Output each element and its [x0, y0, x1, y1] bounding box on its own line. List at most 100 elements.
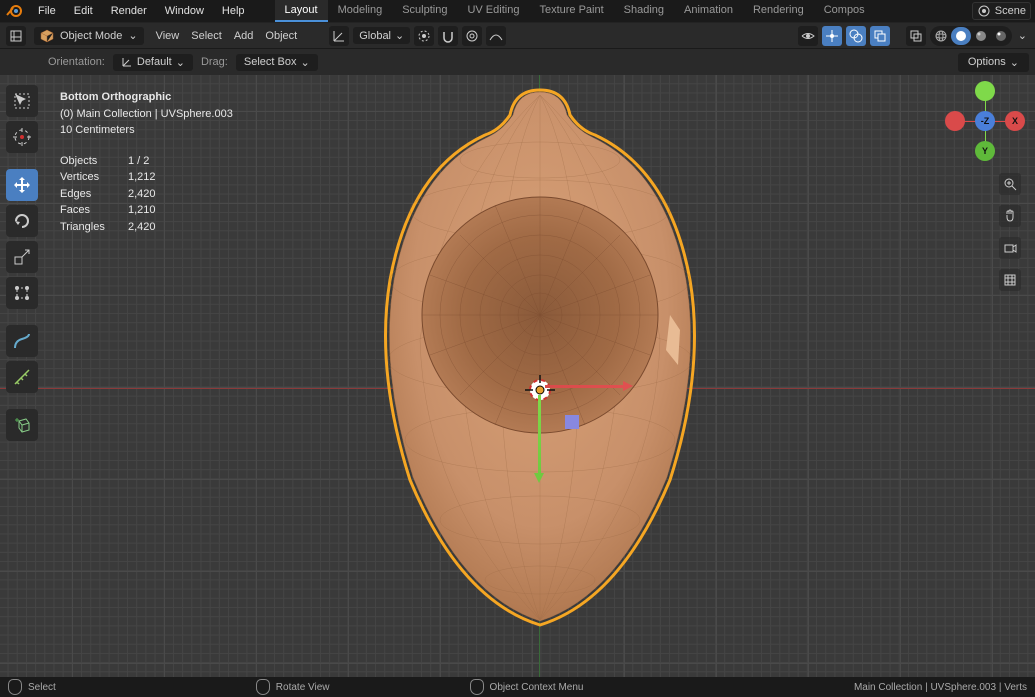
tool-scale[interactable]: [6, 241, 38, 273]
mouse-middle-icon: [256, 679, 270, 695]
menu-render[interactable]: Render: [103, 2, 155, 20]
mouse-right-icon: [470, 679, 484, 695]
mesh-object-uvsphere[interactable]: [370, 80, 710, 630]
tab-compositing[interactable]: Compos: [814, 0, 875, 22]
move-gizmo-y-arrow[interactable]: [538, 395, 541, 475]
viewport-3d[interactable]: Bottom Orthographic (0) Main Collection …: [0, 75, 1035, 677]
visibility-icon[interactable]: [798, 26, 818, 46]
stat-edges-value: 2,420: [128, 186, 178, 203]
menu-help[interactable]: Help: [214, 2, 253, 20]
stat-edges-label: Edges: [60, 186, 116, 203]
view-name: Bottom Orthographic: [60, 89, 233, 106]
scene-selector[interactable]: Scene: [972, 2, 1031, 20]
drag-value: Select Box: [244, 56, 297, 68]
gizmo-axis-y-neg[interactable]: Y: [975, 141, 995, 161]
shading-rendered-icon[interactable]: [991, 27, 1011, 45]
move-gizmo-plane-handle[interactable]: [565, 415, 579, 429]
left-toolbar: [6, 85, 38, 441]
tool-transform[interactable]: [6, 277, 38, 309]
gizmo-axis-y-pos[interactable]: [975, 81, 995, 101]
xray-toggle-icon[interactable]: [870, 26, 890, 46]
tool-select-box[interactable]: [6, 85, 38, 117]
menu-select[interactable]: Select: [187, 27, 226, 45]
tool-add-cube[interactable]: [6, 409, 38, 441]
stat-faces-value: 1,210: [128, 202, 178, 219]
orientation-dropdown[interactable]: Global ⌄: [353, 27, 410, 44]
toggle-xray-icon[interactable]: [906, 26, 926, 46]
shading-wireframe-icon[interactable]: [931, 27, 951, 45]
tab-texture-paint[interactable]: Texture Paint: [529, 0, 613, 22]
menu-file[interactable]: File: [30, 2, 64, 20]
tool-rotate[interactable]: [6, 205, 38, 237]
chevron-down-icon[interactable]: ⌄: [1016, 29, 1029, 42]
mode-selector[interactable]: Object Mode ⌄: [34, 27, 144, 45]
tab-modeling[interactable]: Modeling: [328, 0, 393, 22]
editor-type-icon[interactable]: [6, 26, 26, 46]
viewport-nav-buttons: [999, 173, 1021, 291]
shading-solid-icon[interactable]: [951, 27, 971, 45]
gizmo-axis-z-neg[interactable]: -Z: [975, 111, 995, 131]
tab-layout[interactable]: Layout: [275, 0, 328, 22]
scene-name: Scene: [995, 5, 1026, 17]
snap-icon[interactable]: [438, 26, 458, 46]
chevron-down-icon: ⌄: [128, 29, 137, 42]
proportional-icon[interactable]: [462, 26, 482, 46]
viewport-header: Object Mode ⌄ View Select Add Object Glo…: [0, 23, 1035, 49]
pan-icon[interactable]: [999, 205, 1021, 227]
status-context-menu: Object Context Menu: [470, 679, 584, 695]
cube-icon: [40, 29, 54, 43]
tool-cursor[interactable]: [6, 121, 38, 153]
menu-edit[interactable]: Edit: [66, 2, 101, 20]
stat-triangles-label: Triangles: [60, 219, 116, 236]
tab-shading[interactable]: Shading: [614, 0, 674, 22]
transform-orientation-icon[interactable]: [329, 26, 349, 46]
tab-rendering[interactable]: Rendering: [743, 0, 814, 22]
drag-dropdown[interactable]: Select Box ⌄: [236, 54, 318, 71]
orientation-value: Global: [359, 30, 391, 42]
pivot-icon[interactable]: [414, 26, 434, 46]
mode-label: Object Mode: [60, 30, 122, 42]
tab-uv-editing[interactable]: UV Editing: [457, 0, 529, 22]
zoom-icon[interactable]: [999, 173, 1021, 195]
grid-scale: 10 Centimeters: [60, 122, 233, 139]
orientation-value-2: Default: [137, 56, 172, 68]
shading-material-icon[interactable]: [971, 27, 991, 45]
stat-objects-label: Objects: [60, 153, 116, 170]
menu-object[interactable]: Object: [261, 27, 301, 45]
stat-vertices-value: 1,212: [128, 169, 178, 186]
options-label: Options: [968, 56, 1006, 68]
stat-faces-label: Faces: [60, 202, 116, 219]
blender-logo-icon[interactable]: [4, 1, 24, 21]
move-gizmo-x-arrow[interactable]: [545, 385, 625, 388]
gizmo-axis-x-neg[interactable]: [945, 111, 965, 131]
status-scene-path: Main Collection | UVSphere.003 | Verts: [854, 682, 1027, 693]
overlay-toggle-icon[interactable]: [846, 26, 866, 46]
navigation-gizmo[interactable]: -Z Y X: [949, 85, 1021, 157]
menu-window[interactable]: Window: [157, 2, 212, 20]
perspective-icon[interactable]: [999, 269, 1021, 291]
gizmo-toggle-icon[interactable]: [822, 26, 842, 46]
menu-add[interactable]: Add: [230, 27, 258, 45]
menu-view[interactable]: View: [152, 27, 184, 45]
orientation-dropdown-2[interactable]: Default ⌄: [113, 54, 193, 71]
top-menu-bar: File Edit Render Window Help Layout Mode…: [0, 0, 1035, 23]
tool-annotate[interactable]: [6, 325, 38, 357]
proportional-falloff-icon[interactable]: [486, 26, 506, 46]
chevron-down-icon: ⌄: [395, 29, 404, 42]
tab-animation[interactable]: Animation: [674, 0, 743, 22]
viewport-overlay-text: Bottom Orthographic (0) Main Collection …: [60, 89, 233, 235]
tool-move[interactable]: [6, 169, 38, 201]
workspace-tabs: Layout Modeling Sculpting UV Editing Tex…: [275, 0, 875, 22]
drag-label: Drag:: [201, 56, 228, 68]
collection-path: (0) Main Collection | UVSphere.003: [60, 106, 233, 123]
camera-icon[interactable]: [999, 237, 1021, 259]
tool-settings-bar: Orientation: Default ⌄ Drag: Select Box …: [0, 49, 1035, 75]
tab-sculpting[interactable]: Sculpting: [392, 0, 457, 22]
mouse-left-icon: [8, 679, 22, 695]
chevron-down-icon: ⌄: [300, 56, 309, 69]
gizmo-axis-x-pos[interactable]: X: [1005, 111, 1025, 131]
orientation-label: Orientation:: [48, 56, 105, 68]
chevron-down-icon: ⌄: [1010, 56, 1019, 69]
tool-measure[interactable]: [6, 361, 38, 393]
options-dropdown[interactable]: Options ⌄: [958, 53, 1029, 72]
